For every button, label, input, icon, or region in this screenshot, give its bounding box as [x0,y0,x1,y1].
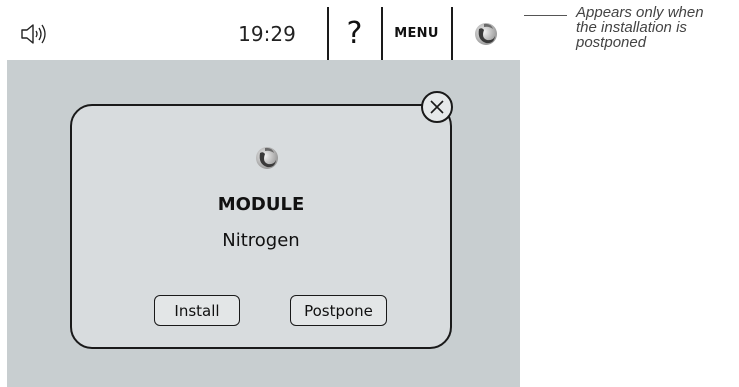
dialog-subtitle: Nitrogen [222,230,300,251]
annotation-note: Appears only when the installation is po… [576,5,739,50]
dialog-title: MODULE [217,194,305,215]
install-button[interactable]: Install [154,295,240,326]
postponed-install-button[interactable] [452,7,520,60]
clock-time: 19:29 [238,21,296,46]
speaker-icon[interactable] [15,7,55,60]
close-icon[interactable] [421,91,453,123]
brand-swirl-icon [475,22,497,45]
top-bar: 19:29 ? MENU [7,7,520,60]
device-screen: 19:29 ? MENU MODULE Nitrogen Install Pos… [7,7,520,387]
module-dialog: MODULE Nitrogen Install Postpone [70,104,452,349]
annotation-line: the installation is [576,19,687,36]
postpone-button[interactable]: Postpone [290,295,387,326]
annotation-line: Appears only when [576,4,704,21]
help-button[interactable]: ? [328,7,381,60]
menu-button[interactable]: MENU [382,7,451,60]
brand-swirl-icon [253,144,281,172]
annotation-line: postponed [576,34,647,51]
callout-line [524,15,567,16]
